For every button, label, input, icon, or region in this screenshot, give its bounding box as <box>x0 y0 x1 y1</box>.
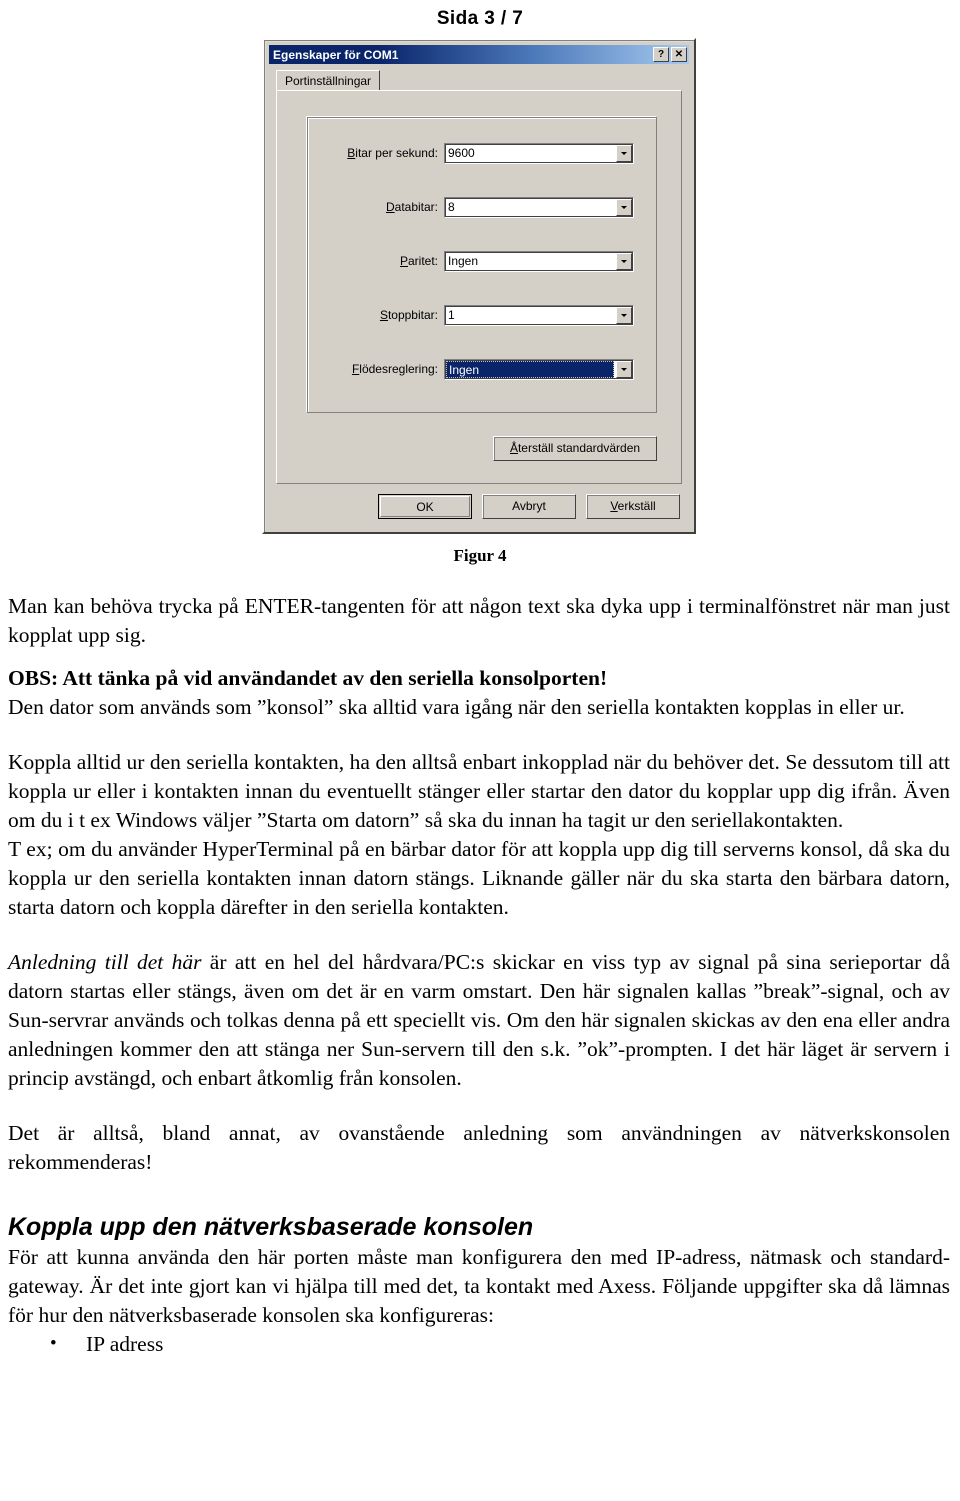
field-row-bitar-per-sekund: Bitar per sekund: 9600 <box>322 142 634 164</box>
accesskey: D <box>385 200 395 214</box>
document-body: Man kan behöva trycka på ENTER-tangenten… <box>0 566 960 1359</box>
accesskey: Å <box>509 441 518 455</box>
combo-value: 1 <box>448 307 455 322</box>
label-paritet: Paritet: <box>399 254 438 268</box>
combo-value: 9600 <box>448 145 475 160</box>
combo-value: Ingen <box>448 253 479 268</box>
cancel-button[interactable]: Avbryt <box>482 494 576 519</box>
dialog-button-bar: OK Avbryt Verkställ <box>276 494 680 520</box>
combo-paritet[interactable]: Ingen <box>444 250 634 272</box>
help-icon[interactable]: ? <box>653 47 669 62</box>
combo-databitar[interactable]: 8 <box>444 196 634 218</box>
ok-button-label: OK <box>380 496 470 517</box>
dialog-title: Egenskaper för COM1 <box>273 47 399 62</box>
paragraph-koppla-ur: Koppla alltid ur den seriella kontakten,… <box>8 750 950 832</box>
chevron-down-icon[interactable] <box>616 252 632 270</box>
field-row-databitar: Databitar: 8 <box>322 196 634 218</box>
combo-flodesreglering[interactable]: Ingen <box>444 358 634 380</box>
chevron-down-icon[interactable] <box>616 306 632 324</box>
restore-defaults-button[interactable]: Återställ standardvärden <box>493 436 657 461</box>
chevron-down-icon[interactable] <box>616 360 632 378</box>
tab-portinstallningar[interactable]: Portinställningar <box>276 70 381 92</box>
close-icon[interactable]: ✕ <box>671 47 687 62</box>
chevron-down-icon[interactable] <box>616 144 632 162</box>
ok-button[interactable]: OK <box>378 494 472 519</box>
label-stoppbitar: Stoppbitar: <box>379 308 438 322</box>
anledning-italic-lead: Anledning till det här <box>8 950 202 974</box>
document-page: Sida 3 / 7 Egenskaper för COM1 ? ✕ Porti… <box>0 0 960 1501</box>
label-databitar: Databitar: <box>385 200 438 214</box>
paragraph-ip-konfiguration: För att kunna använda den här porten mås… <box>8 1245 950 1327</box>
apply-button[interactable]: Verkställ <box>586 494 680 519</box>
field-row-stoppbitar: Stoppbitar: 1 <box>322 304 634 326</box>
combo-stoppbitar[interactable]: 1 <box>444 304 634 326</box>
combo-bitar-per-sekund[interactable]: 9600 <box>444 142 634 164</box>
dialog-client-area: Egenskaper för COM1 ? ✕ Portinställninga… <box>265 41 693 531</box>
label-bitar-per-sekund: Bitar per sekund: <box>347 146 438 160</box>
accesskey: V <box>610 499 618 513</box>
accesskey: S <box>379 308 388 322</box>
figure-4-image: Egenskaper för COM1 ? ✕ Portinställninga… <box>0 30 960 542</box>
page-indicator: Sida 3 / 7 <box>436 8 524 29</box>
tab-page-portinstallningar: Bitar per sekund: 9600 Databitar: 8 Pari… <box>276 90 682 484</box>
combo-value: 8 <box>448 199 455 214</box>
list-item: IP adress <box>50 1329 950 1359</box>
label-flodesreglering: Flödesreglering: <box>351 362 438 376</box>
dialog-titlebar[interactable]: Egenskaper för COM1 ? ✕ <box>269 45 689 64</box>
settings-groupbox: Bitar per sekund: 9600 Databitar: 8 Pari… <box>307 117 657 413</box>
paragraph-hyperterminal: T ex; om du använder HyperTerminal på en… <box>8 837 950 919</box>
obs-heading: OBS: Att tänka på vid användandet av den… <box>8 666 608 690</box>
section-heading-natverkskonsolen: Koppla upp den nätverksbaserade konsolen <box>8 1213 534 1241</box>
chevron-down-icon[interactable] <box>616 198 632 216</box>
figure-caption: Figur 4 <box>453 546 507 565</box>
field-row-paritet: Paritet: Ingen <box>322 250 634 272</box>
paragraph-konsol-dator: Den dator som används som ”konsol” ska a… <box>8 695 905 719</box>
titlebar-buttons: ? ✕ <box>653 47 689 62</box>
paragraph-enter-tangenten: Man kan behöva trycka på ENTER-tangenten… <box>8 594 950 647</box>
field-row-flodesreglering: Flödesreglering: Ingen <box>322 358 634 380</box>
com1-properties-dialog: Egenskaper för COM1 ? ✕ Portinställninga… <box>262 38 696 534</box>
paragraph-anledning: Anledning till det här är att en hel del… <box>8 948 950 1093</box>
combo-value: Ingen <box>446 360 614 378</box>
accesskey: P <box>399 254 408 268</box>
config-bullet-list: IP adress <box>8 1329 950 1359</box>
paragraph-rekommenderas: Det är alltså, bland annat, av ovanståen… <box>8 1121 950 1174</box>
tabstrip: Portinställningar <box>276 70 682 92</box>
